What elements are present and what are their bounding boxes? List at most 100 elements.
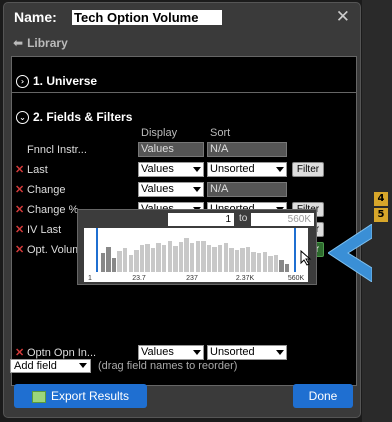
done-button[interactable]: Done	[293, 384, 353, 408]
histogram-bar	[206, 244, 212, 272]
section-universe-label: 1. Universe	[33, 74, 98, 88]
background-panel-strip: 4 5	[362, 0, 392, 422]
back-arrow-icon: ⬅	[13, 36, 24, 50]
side-badge: 4	[374, 192, 388, 206]
chevron-down-icon	[193, 350, 201, 355]
histogram-bar	[162, 244, 167, 272]
histogram-bar	[111, 258, 117, 272]
spreadsheet-icon	[31, 390, 46, 403]
filter-button[interactable]: Filter	[292, 162, 324, 177]
histogram-bar	[156, 242, 161, 272]
display-select[interactable]: Values	[138, 345, 204, 360]
library-label: Library	[27, 36, 68, 50]
done-label: Done	[308, 389, 338, 403]
display-value: Values	[138, 142, 204, 157]
range-to-label: to	[239, 213, 248, 224]
sort-select-value: Unsorted	[210, 163, 255, 175]
field-name[interactable]: Optn Opn In...	[27, 347, 96, 359]
mouse-cursor-icon	[300, 250, 312, 266]
histogram-bar	[178, 242, 184, 272]
range-min-input[interactable]: 1	[168, 213, 234, 226]
sort-value: N/A	[207, 182, 287, 197]
remove-field-icon[interactable]: ✕	[15, 243, 24, 256]
section-fields-header[interactable]: ⌄ 2. Fields & Filters	[16, 110, 133, 125]
display-select[interactable]: Values	[138, 162, 204, 177]
display-select-value: Values	[141, 183, 174, 195]
axis-tick-label: 560K	[287, 275, 305, 282]
remove-field-icon[interactable]: ✕	[15, 346, 24, 359]
pointer-chevron-icon	[328, 224, 372, 282]
remove-field-icon[interactable]: ✕	[15, 223, 24, 236]
screen-builder-dialog: Name: Tech Option Volume ✕ ⬅ Library › 1. …	[3, 2, 361, 418]
histogram-bar	[279, 259, 284, 272]
add-field-dropdown[interactable]: Add field	[10, 359, 91, 373]
axis-tick-label: 2.37K	[235, 275, 255, 282]
histogram-bar	[122, 248, 128, 272]
range-min-handle[interactable]	[96, 228, 98, 272]
histogram-bar	[262, 251, 268, 272]
field-name[interactable]: IV Last	[27, 224, 61, 236]
remove-field-icon[interactable]: ✕	[15, 203, 24, 216]
divider	[12, 92, 356, 93]
histogram-bar	[184, 238, 189, 272]
display-select[interactable]: Values	[138, 182, 204, 197]
histogram-bar	[234, 249, 240, 272]
name-input[interactable]: Tech Option Volume	[72, 10, 222, 25]
histogram-bar	[100, 253, 105, 272]
remove-field-icon[interactable]: ✕	[15, 183, 24, 196]
histogram-bar	[212, 246, 217, 272]
field-name[interactable]: Last	[27, 164, 48, 176]
field-name[interactable]: Fnncl Instr...	[27, 144, 87, 156]
histogram-bar	[251, 251, 256, 272]
histogram-bar	[201, 240, 206, 272]
volume-histogram: 1 23.7 237 2.37K 560K	[84, 228, 308, 282]
sort-select[interactable]: Unsorted	[207, 345, 287, 360]
histogram-bar	[117, 250, 122, 272]
name-label: Name:	[14, 9, 57, 25]
field-row: ✕ Change Values N/A	[11, 181, 357, 199]
chevron-down-icon	[193, 167, 201, 172]
histogram-bar	[134, 249, 139, 272]
section-fields-label: 2. Fields & Filters	[33, 110, 133, 124]
range-filter-popup: 1 to 560K 1 23.7 237 2.37K 560K	[77, 209, 317, 285]
histogram-bar	[245, 246, 251, 272]
chevron-down-icon	[276, 350, 284, 355]
histogram-bar	[285, 263, 290, 272]
histogram-bar	[217, 244, 223, 272]
sort-select-value: Unsorted	[210, 346, 255, 358]
range-max-handle[interactable]	[294, 228, 296, 272]
title-bar: Name: Tech Option Volume ✕	[4, 3, 360, 31]
range-max-input[interactable]: 560K	[251, 213, 314, 226]
display-column-header: Display	[141, 127, 178, 139]
export-results-label: Export Results	[50, 389, 130, 403]
histogram-bar	[190, 243, 195, 272]
histogram-bar	[268, 256, 273, 272]
histogram-bar	[145, 244, 150, 272]
close-icon[interactable]: ✕	[336, 7, 350, 27]
collapse-icon: ⌄	[16, 111, 29, 125]
sort-value: N/A	[207, 142, 287, 157]
side-badge: 5	[374, 208, 388, 222]
chevron-down-icon	[79, 363, 87, 368]
sort-column-header: Sort	[210, 127, 231, 139]
section-universe-header[interactable]: › 1. Universe	[16, 74, 98, 89]
remove-field-icon[interactable]: ✕	[15, 163, 24, 176]
histogram-bar	[106, 246, 111, 272]
histogram-bar	[128, 255, 133, 272]
field-row: ✕ Last Values Unsorted Filter	[11, 161, 357, 179]
axis-tick-label: 1	[88, 275, 92, 282]
axis-tick-label: 237	[186, 275, 198, 282]
chevron-down-icon	[193, 187, 201, 192]
histogram-bar	[139, 245, 145, 272]
chevron-down-icon	[276, 167, 284, 172]
field-name[interactable]: Change	[27, 184, 66, 196]
add-field-label: Add field	[14, 360, 57, 372]
histogram-bar	[229, 248, 234, 272]
field-name[interactable]: Change %	[27, 204, 78, 216]
display-select-value: Values	[141, 163, 174, 175]
expand-icon: ›	[16, 75, 29, 89]
sort-select[interactable]: Unsorted	[207, 162, 287, 177]
library-link[interactable]: ⬅ Library	[13, 36, 68, 50]
export-results-button[interactable]: Export Results	[14, 384, 147, 408]
histogram-bar	[167, 241, 173, 272]
